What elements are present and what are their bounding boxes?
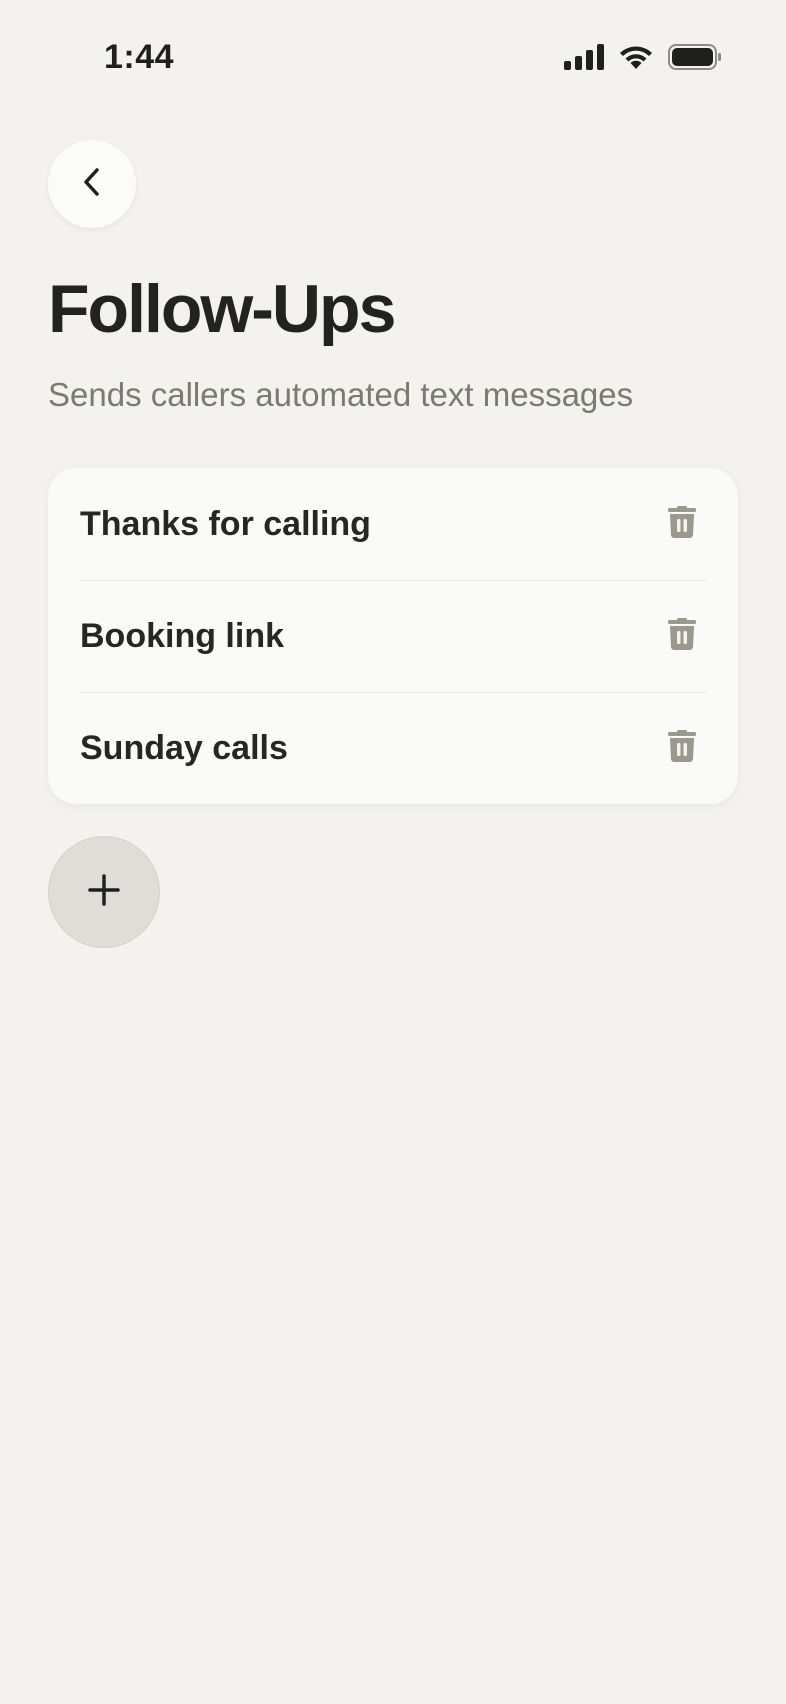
trash-icon [668,505,696,543]
wifi-icon [618,44,654,70]
follow-ups-list: Thanks for calling Booking link Sunday c… [48,468,738,804]
follow-up-label: Sunday calls [80,728,288,767]
list-item[interactable]: Booking link [48,580,738,692]
page-subtitle: Sends callers automated text messages [48,376,634,413]
trash-icon [668,729,696,767]
status-icons [564,44,722,70]
delete-button[interactable] [658,500,706,548]
list-item[interactable]: Sunday calls [48,692,738,804]
chevron-left-icon [78,165,106,204]
plus-icon [87,873,121,912]
follow-up-label: Thanks for calling [80,504,371,543]
list-item[interactable]: Thanks for calling [48,468,738,580]
back-button[interactable] [48,140,136,228]
status-bar: 1:44 [0,0,786,110]
delete-button[interactable] [658,724,706,772]
add-follow-up-button[interactable] [48,836,160,948]
follow-up-label: Booking link [80,616,284,655]
battery-icon [668,44,722,70]
page-title: Follow-Ups [48,271,396,347]
status-time: 1:44 [104,38,175,76]
cellular-signal-icon [564,44,604,70]
delete-button[interactable] [658,612,706,660]
trash-icon [668,617,696,655]
